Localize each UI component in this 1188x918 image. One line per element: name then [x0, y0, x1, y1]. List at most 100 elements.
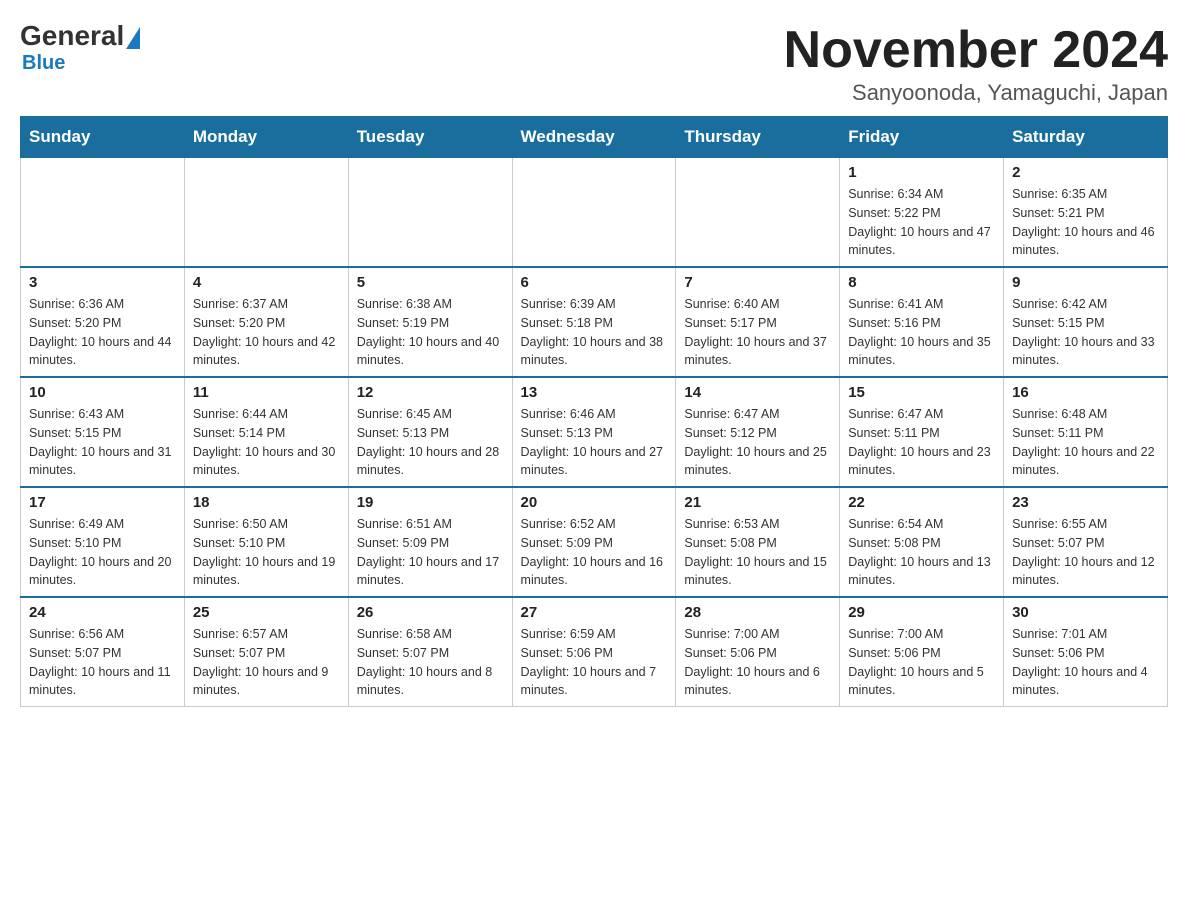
day-info: Sunrise: 6:51 AM Sunset: 5:09 PM Dayligh…: [357, 515, 504, 590]
day-number: 16: [1012, 384, 1159, 401]
column-header-wednesday: Wednesday: [512, 117, 676, 158]
calendar-cell: 29 Sunrise: 7:00 AM Sunset: 5:06 PM Dayli…: [840, 597, 1004, 707]
day-number: 29: [848, 604, 995, 621]
day-number: 14: [684, 384, 831, 401]
day-info: Sunrise: 6:35 AM Sunset: 5:21 PM Dayligh…: [1012, 185, 1159, 260]
day-number: 27: [521, 604, 668, 621]
day-info: Sunrise: 6:34 AM Sunset: 5:22 PM Dayligh…: [848, 185, 995, 260]
calendar-cell: 28 Sunrise: 7:00 AM Sunset: 5:06 PM Dayli…: [676, 597, 840, 707]
week-row-5: 24 Sunrise: 6:56 AM Sunset: 5:07 PM Dayli…: [21, 597, 1168, 707]
calendar-cell: 17Sunrise: 6:49 AM Sunset: 5:10 PM Dayli…: [21, 487, 185, 597]
calendar-cell: 12 Sunrise: 6:45 AM Sunset: 5:13 PM Dayli…: [348, 377, 512, 487]
day-number: 2: [1012, 164, 1159, 181]
day-number: 15: [848, 384, 995, 401]
calendar-cell: 1 Sunrise: 6:34 AM Sunset: 5:22 PM Daylig…: [840, 158, 1004, 268]
logo-triangle-icon: [126, 27, 140, 49]
calendar-cell: 20 Sunrise: 6:52 AM Sunset: 5:09 PM Dayli…: [512, 487, 676, 597]
calendar-cell: 22Sunrise: 6:54 AM Sunset: 5:08 PM Dayli…: [840, 487, 1004, 597]
page-title: November 2024: [784, 20, 1168, 80]
day-number: 24: [29, 604, 176, 621]
day-info: Sunrise: 6:52 AM Sunset: 5:09 PM Dayligh…: [521, 515, 668, 590]
day-info: Sunrise: 6:59 AM Sunset: 5:06 PM Dayligh…: [521, 625, 668, 700]
calendar-cell: 14 Sunrise: 6:47 AM Sunset: 5:12 PM Dayli…: [676, 377, 840, 487]
subtitle: Sanyoonoda, Yamaguchi, Japan: [784, 80, 1168, 106]
day-number: 26: [357, 604, 504, 621]
page-header: General Blue November 2024 Sanyoonoda, Y…: [20, 20, 1168, 106]
day-number: 5: [357, 274, 504, 291]
calendar-cell: 8 Sunrise: 6:41 AM Sunset: 5:16 PM Daylig…: [840, 267, 1004, 377]
logo: General Blue: [20, 20, 140, 75]
day-number: 3: [29, 274, 176, 291]
day-number: 11: [193, 384, 340, 401]
day-info: Sunrise: 6:57 AM Sunset: 5:07 PM Dayligh…: [193, 625, 340, 700]
title-section: November 2024 Sanyoonoda, Yamaguchi, Jap…: [784, 20, 1168, 106]
day-info: Sunrise: 6:44 AM Sunset: 5:14 PM Dayligh…: [193, 405, 340, 480]
calendar-cell: 11 Sunrise: 6:44 AM Sunset: 5:14 PM Dayli…: [184, 377, 348, 487]
day-info: Sunrise: 6:45 AM Sunset: 5:13 PM Dayligh…: [357, 405, 504, 480]
calendar-cell: 6 Sunrise: 6:39 AM Sunset: 5:18 PM Daylig…: [512, 267, 676, 377]
calendar-table: SundayMondayTuesdayWednesdayThursdayFrid…: [20, 116, 1168, 707]
day-number: 22: [848, 494, 995, 511]
column-header-tuesday: Tuesday: [348, 117, 512, 158]
day-info: Sunrise: 6:47 AM Sunset: 5:12 PM Dayligh…: [684, 405, 831, 480]
day-number: 8: [848, 274, 995, 291]
column-header-saturday: Saturday: [1004, 117, 1168, 158]
calendar-cell: 4 Sunrise: 6:37 AM Sunset: 5:20 PM Daylig…: [184, 267, 348, 377]
day-number: 19: [357, 494, 504, 511]
calendar-cell: [512, 158, 676, 268]
day-info: Sunrise: 6:53 AM Sunset: 5:08 PM Dayligh…: [684, 515, 831, 590]
calendar-cell: 10Sunrise: 6:43 AM Sunset: 5:15 PM Dayli…: [21, 377, 185, 487]
calendar-cell: 27 Sunrise: 6:59 AM Sunset: 5:06 PM Dayli…: [512, 597, 676, 707]
day-info: Sunrise: 6:41 AM Sunset: 5:16 PM Dayligh…: [848, 295, 995, 370]
day-number: 23: [1012, 494, 1159, 511]
day-info: Sunrise: 6:39 AM Sunset: 5:18 PM Dayligh…: [521, 295, 668, 370]
calendar-cell: [184, 158, 348, 268]
calendar-cell: 7 Sunrise: 6:40 AM Sunset: 5:17 PM Daylig…: [676, 267, 840, 377]
day-info: Sunrise: 6:50 AM Sunset: 5:10 PM Dayligh…: [193, 515, 340, 590]
calendar-cell: 30Sunrise: 7:01 AM Sunset: 5:06 PM Dayli…: [1004, 597, 1168, 707]
calendar-cell: 9 Sunrise: 6:42 AM Sunset: 5:15 PM Daylig…: [1004, 267, 1168, 377]
calendar-cell: 25 Sunrise: 6:57 AM Sunset: 5:07 PM Dayli…: [184, 597, 348, 707]
day-info: Sunrise: 6:56 AM Sunset: 5:07 PM Dayligh…: [29, 625, 176, 700]
day-info: Sunrise: 6:42 AM Sunset: 5:15 PM Dayligh…: [1012, 295, 1159, 370]
logo-blue-text: Blue: [22, 52, 65, 75]
day-info: Sunrise: 7:00 AM Sunset: 5:06 PM Dayligh…: [684, 625, 831, 700]
calendar-cell: 21Sunrise: 6:53 AM Sunset: 5:08 PM Dayli…: [676, 487, 840, 597]
day-number: 4: [193, 274, 340, 291]
day-number: 25: [193, 604, 340, 621]
day-info: Sunrise: 6:37 AM Sunset: 5:20 PM Dayligh…: [193, 295, 340, 370]
day-info: Sunrise: 6:48 AM Sunset: 5:11 PM Dayligh…: [1012, 405, 1159, 480]
week-row-1: 1 Sunrise: 6:34 AM Sunset: 5:22 PM Daylig…: [21, 158, 1168, 268]
day-number: 7: [684, 274, 831, 291]
calendar-cell: 2 Sunrise: 6:35 AM Sunset: 5:21 PM Daylig…: [1004, 158, 1168, 268]
calendar-cell: 19 Sunrise: 6:51 AM Sunset: 5:09 PM Dayli…: [348, 487, 512, 597]
column-header-monday: Monday: [184, 117, 348, 158]
calendar-cell: [676, 158, 840, 268]
calendar-cell: 13Sunrise: 6:46 AM Sunset: 5:13 PM Dayli…: [512, 377, 676, 487]
column-header-thursday: Thursday: [676, 117, 840, 158]
day-info: Sunrise: 6:55 AM Sunset: 5:07 PM Dayligh…: [1012, 515, 1159, 590]
calendar-header-row: SundayMondayTuesdayWednesdayThursdayFrid…: [21, 117, 1168, 158]
day-number: 1: [848, 164, 995, 181]
calendar-cell: [348, 158, 512, 268]
calendar-cell: 5Sunrise: 6:38 AM Sunset: 5:19 PM Daylig…: [348, 267, 512, 377]
day-number: 12: [357, 384, 504, 401]
calendar-cell: 18Sunrise: 6:50 AM Sunset: 5:10 PM Dayli…: [184, 487, 348, 597]
column-header-friday: Friday: [840, 117, 1004, 158]
week-row-2: 3Sunrise: 6:36 AM Sunset: 5:20 PM Daylig…: [21, 267, 1168, 377]
day-number: 10: [29, 384, 176, 401]
day-number: 6: [521, 274, 668, 291]
day-info: Sunrise: 6:47 AM Sunset: 5:11 PM Dayligh…: [848, 405, 995, 480]
day-info: Sunrise: 6:58 AM Sunset: 5:07 PM Dayligh…: [357, 625, 504, 700]
logo-top: General: [20, 20, 140, 52]
calendar-cell: 26 Sunrise: 6:58 AM Sunset: 5:07 PM Dayli…: [348, 597, 512, 707]
day-number: 9: [1012, 274, 1159, 291]
calendar-cell: 3Sunrise: 6:36 AM Sunset: 5:20 PM Daylig…: [21, 267, 185, 377]
day-number: 17: [29, 494, 176, 511]
calendar-cell: 15 Sunrise: 6:47 AM Sunset: 5:11 PM Dayli…: [840, 377, 1004, 487]
day-info: Sunrise: 7:00 AM Sunset: 5:06 PM Dayligh…: [848, 625, 995, 700]
day-number: 20: [521, 494, 668, 511]
column-header-sunday: Sunday: [21, 117, 185, 158]
day-number: 28: [684, 604, 831, 621]
day-info: Sunrise: 6:40 AM Sunset: 5:17 PM Dayligh…: [684, 295, 831, 370]
